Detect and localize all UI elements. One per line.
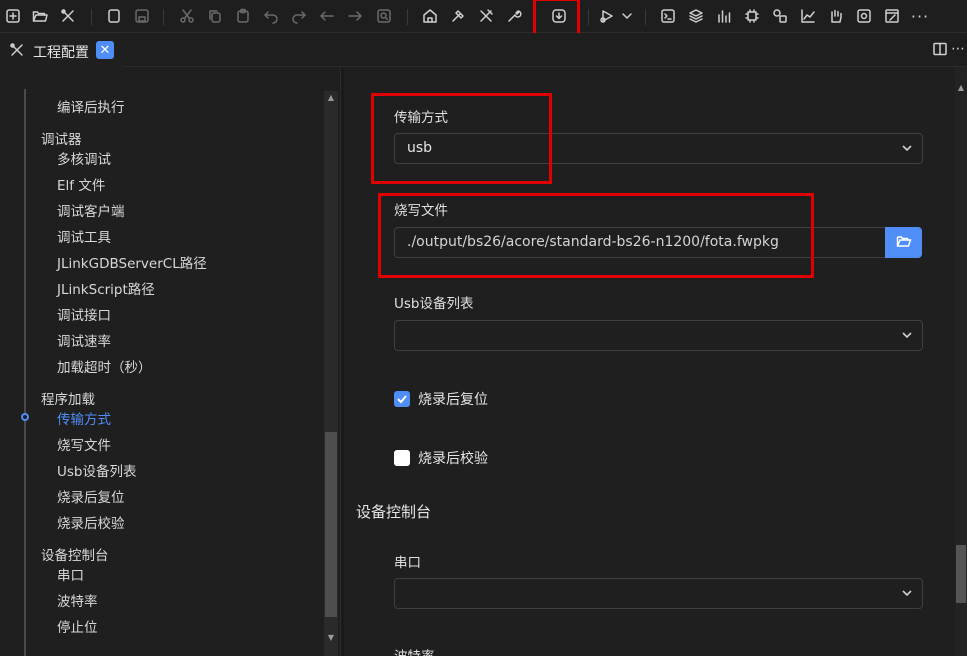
active-item-dot-icon — [21, 413, 29, 421]
chevron-down-icon — [900, 586, 914, 600]
hammer-icon[interactable] — [448, 6, 468, 26]
hand-icon[interactable] — [826, 6, 846, 26]
dropdown-chevron-icon[interactable] — [617, 6, 637, 26]
config-sidebar: 编译后执行调试器 多核调试 Elf 文件 调试客户端调试工具 JLinkGDBServe… — [0, 67, 340, 656]
tree-line — [24, 89, 26, 656]
editor-tabbar: 工程配置 ✕ ⋯ — [0, 33, 967, 67]
transfer-method-label: 传输方式 — [394, 110, 448, 126]
sidebar-item[interactable]: 烧录后复位 — [57, 486, 125, 506]
forward-icon[interactable] — [345, 6, 365, 26]
sidebar-item[interactable]: 调试接口 — [57, 304, 111, 324]
cut-icon[interactable] — [177, 6, 197, 26]
sidebar-item[interactable]: 编译后执行 — [57, 96, 125, 116]
sidebar-item[interactable]: 调试速率 — [57, 330, 111, 350]
line-chart-icon[interactable] — [798, 6, 818, 26]
verify-after-burn-checkbox[interactable] — [394, 450, 410, 466]
more-icon[interactable]: ··· — [910, 6, 930, 26]
open-folder-icon[interactable] — [30, 6, 50, 26]
new-project-icon[interactable] — [3, 6, 23, 26]
save-icon[interactable] — [132, 6, 152, 26]
baud-rate-label: 波特率 — [394, 645, 435, 656]
sidebar-item[interactable]: 设备控制台 — [41, 544, 109, 564]
sidebar-item[interactable]: 波特率 — [57, 590, 98, 610]
settings-panel-icon[interactable] — [854, 6, 874, 26]
sidebar-item[interactable]: 调试工具 — [57, 226, 111, 246]
split-editor-icon[interactable] — [932, 41, 950, 59]
reset-after-burn-checkbox[interactable] — [394, 391, 410, 407]
chevron-down-icon — [900, 328, 914, 342]
sidebar-item[interactable]: 调试客户端 — [57, 200, 125, 220]
undo-icon[interactable] — [261, 6, 281, 26]
sidebar-item[interactable]: 烧录后校验 — [57, 512, 125, 532]
sidebar-item[interactable]: JLinkGDBServerCL路径 — [57, 252, 207, 272]
transfer-method-value: usb — [407, 140, 433, 156]
chip-icon[interactable] — [742, 6, 762, 26]
reset-after-burn-label: 烧录后复位 — [418, 392, 488, 408]
sidebar-scrollbar-thumb[interactable] — [325, 432, 337, 617]
sidebar-item[interactable]: 烧写文件 — [57, 434, 111, 454]
debug-run-icon[interactable] — [597, 6, 617, 26]
tab-close-button[interactable]: ✕ — [96, 41, 114, 59]
sidebar-item[interactable]: Usb设备列表 — [57, 460, 136, 480]
new-file-icon[interactable] — [104, 6, 124, 26]
main-toolbar: ··· — [0, 0, 967, 39]
config-form: 传输方式 usb 烧写文件 ./output/bs26/acore/standa… — [344, 67, 967, 656]
paste-icon[interactable] — [233, 6, 253, 26]
chevron-down-icon — [900, 141, 914, 155]
sidebar-item[interactable]: Elf 文件 — [57, 174, 105, 194]
sidebar-item[interactable]: 调试器 — [41, 128, 82, 148]
copy-icon[interactable] — [205, 6, 225, 26]
peripheral-icon[interactable] — [770, 6, 790, 26]
wrench-icon[interactable] — [504, 6, 524, 26]
transfer-method-select[interactable]: usb — [394, 133, 923, 164]
redo-icon[interactable] — [289, 6, 309, 26]
tools-icon[interactable] — [58, 6, 78, 26]
terminal-icon[interactable] — [658, 6, 678, 26]
build-house-icon[interactable] — [420, 6, 440, 26]
crossed-tools-icon[interactable] — [476, 6, 496, 26]
edit-window-icon[interactable] — [882, 6, 902, 26]
tools-icon — [9, 42, 25, 58]
form-scroll-up-arrow-icon[interactable]: ▲ — [957, 84, 965, 92]
sidebar-item[interactable]: 停止位 — [57, 616, 98, 636]
sidebar-item[interactable]: JLinkScript路径 — [57, 278, 155, 298]
burn-file-label: 烧写文件 — [394, 203, 448, 219]
usb-device-list-label: Usb设备列表 — [394, 296, 474, 312]
scroll-up-arrow-icon[interactable]: ▲ — [326, 93, 336, 103]
layers-icon[interactable] — [686, 6, 706, 26]
burn-file-input[interactable]: ./output/bs26/acore/standard-bs26-n1200/… — [394, 227, 886, 258]
sidebar-item[interactable]: 串口 — [57, 564, 84, 584]
sidebar-item[interactable]: 多核调试 — [57, 148, 111, 168]
sidebar-item[interactable]: 程序加载 — [41, 388, 95, 408]
checkmark-icon — [397, 395, 407, 404]
serial-port-label: 串口 — [394, 555, 421, 571]
serial-port-select[interactable] — [394, 578, 923, 609]
device-console-section-title: 设备控制台 — [356, 503, 432, 521]
tab-more-icon[interactable]: ⋯ — [950, 41, 966, 59]
sidebar-item[interactable]: 传输方式 — [57, 408, 111, 428]
verify-after-burn-label: 烧录后校验 — [418, 451, 488, 467]
find-icon[interactable] — [374, 6, 394, 26]
folder-open-icon — [896, 233, 912, 253]
bar-chart-icon[interactable] — [714, 6, 734, 26]
browse-file-button[interactable] — [885, 227, 922, 258]
sidebar-item[interactable]: 加载超时（秒） — [57, 356, 152, 376]
download-flash-icon[interactable] — [549, 6, 569, 26]
scroll-down-arrow-icon[interactable]: ▼ — [326, 633, 336, 643]
tab-title: 工程配置 — [33, 45, 89, 61]
tab-project-config[interactable]: 工程配置 ✕ — [0, 33, 122, 67]
usb-device-list-select[interactable] — [394, 320, 923, 351]
form-scrollbar-thumb[interactable] — [956, 545, 966, 603]
back-icon[interactable] — [317, 6, 337, 26]
burn-file-path: ./output/bs26/acore/standard-bs26-n1200/… — [407, 234, 779, 250]
